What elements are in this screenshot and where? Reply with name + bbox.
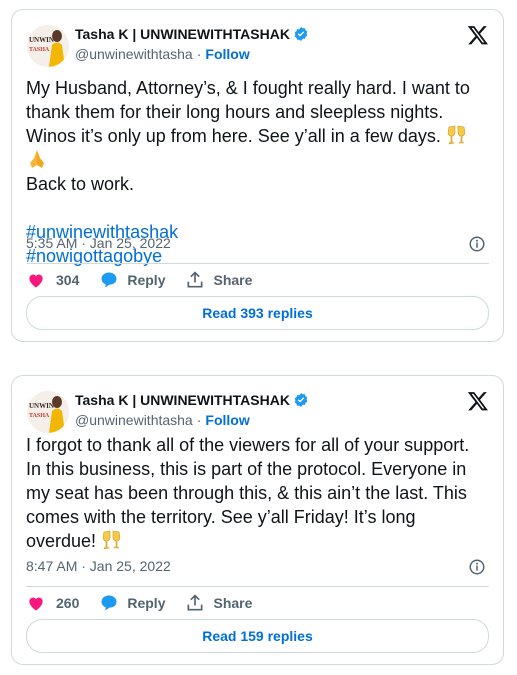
svg-text:UNWIN: UNWIN bbox=[29, 36, 54, 44]
like-count: 260 bbox=[56, 595, 80, 611]
reply-bubble-icon bbox=[101, 272, 117, 288]
reply-label: Reply bbox=[127, 595, 166, 611]
verified-badge-icon bbox=[294, 27, 308, 41]
info-icon[interactable] bbox=[468, 235, 486, 253]
separator-dot: · bbox=[196, 412, 202, 428]
tweet-body: I forgot to thank all of the viewers for… bbox=[26, 435, 470, 551]
author-name[interactable]: Tasha K | UNWINEWITHTASHAK bbox=[75, 392, 290, 408]
share-icon bbox=[187, 594, 203, 611]
svg-text:TASHA: TASHA bbox=[29, 413, 50, 419]
divider bbox=[26, 586, 489, 587]
author-name[interactable]: Tasha K | UNWINEWITHTASHAK bbox=[75, 26, 290, 42]
like-button[interactable]: 304 bbox=[26, 270, 79, 290]
share-label: Share bbox=[213, 595, 253, 611]
clinking-glasses-icon bbox=[447, 125, 466, 145]
info-icon[interactable] bbox=[468, 558, 486, 576]
x-logo-icon[interactable] bbox=[467, 24, 489, 46]
heart-icon bbox=[29, 597, 43, 611]
reply-bubble-icon bbox=[101, 595, 117, 611]
timestamp[interactable]: 8:47 AM · Jan 25, 2022 bbox=[26, 558, 171, 574]
svg-text:TASHA: TASHA bbox=[29, 47, 50, 53]
tweet-card: UNWIN TASHA Tasha K | UNWINEWITHTASHAK @… bbox=[11, 9, 504, 342]
timestamp[interactable]: 5:35 AM · Jan 25, 2022 bbox=[26, 235, 171, 251]
read-replies-button[interactable]: Read 159 replies bbox=[26, 619, 489, 653]
read-replies-button[interactable]: Read 393 replies bbox=[26, 296, 489, 330]
tweet-text: I forgot to thank all of the viewers for… bbox=[26, 433, 489, 553]
x-logo-icon[interactable] bbox=[467, 390, 489, 412]
reply-button[interactable]: Reply bbox=[99, 593, 165, 613]
tweet-card: UNWIN TASHA Tasha K | UNWINEWITHTASHAK @… bbox=[11, 375, 504, 665]
divider bbox=[26, 263, 489, 264]
separator-dot: · bbox=[196, 46, 202, 62]
follow-button[interactable]: Follow bbox=[205, 46, 249, 62]
share-icon bbox=[187, 271, 203, 288]
share-label: Share bbox=[213, 272, 253, 288]
reply-label: Reply bbox=[127, 272, 166, 288]
follow-button[interactable]: Follow bbox=[205, 412, 249, 428]
heart-icon bbox=[29, 274, 43, 288]
reply-button[interactable]: Reply bbox=[99, 270, 165, 290]
clinking-glasses-icon bbox=[102, 530, 121, 550]
svg-text:UNWIN: UNWIN bbox=[29, 402, 54, 410]
tweet-body-tail: Back to work. bbox=[26, 174, 135, 194]
author-handle[interactable]: @unwinewithtasha bbox=[75, 46, 193, 62]
like-button[interactable]: 260 bbox=[26, 593, 79, 613]
avatar[interactable]: UNWIN TASHA bbox=[27, 391, 69, 433]
folded-hands-icon bbox=[30, 150, 44, 168]
author-handle[interactable]: @unwinewithtasha bbox=[75, 412, 193, 428]
share-button[interactable]: Share bbox=[185, 270, 252, 290]
verified-badge-icon bbox=[294, 393, 308, 407]
like-count: 304 bbox=[56, 272, 80, 288]
avatar[interactable]: UNWIN TASHA bbox=[27, 25, 69, 67]
tweet-body: My Husband, Attorney’s, & I fought reall… bbox=[26, 78, 470, 146]
share-button[interactable]: Share bbox=[185, 593, 252, 613]
